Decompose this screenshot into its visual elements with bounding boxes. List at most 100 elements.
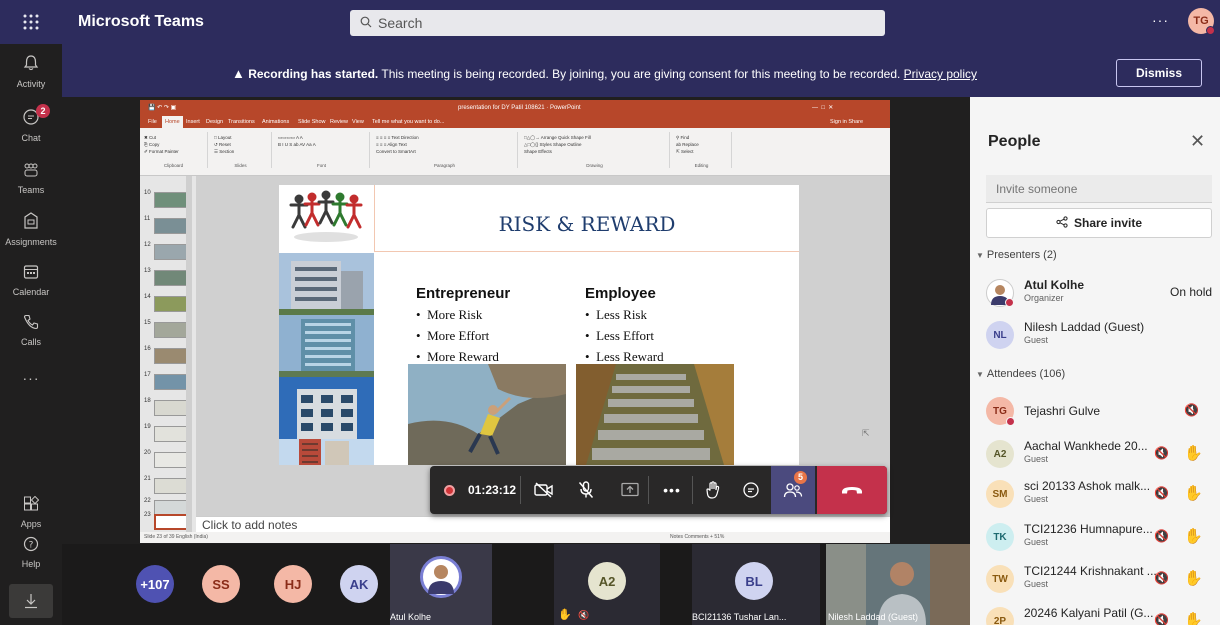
leave-call-button[interactable] <box>817 466 887 514</box>
participant-row[interactable]: TK TCI21236 Humnapure... Guest 🔇 ✋ <box>970 517 1220 557</box>
mic-muted-icon: 🔇 <box>1154 571 1169 585</box>
stairs-photo <box>576 364 734 465</box>
participant-tile-bl[interactable]: BL BCI21136 Tushar Lan... <box>692 544 820 625</box>
call-controls-bar: 01:23:12 ••• 5 <box>430 466 887 514</box>
assignments-icon <box>0 212 62 235</box>
rail-item-help[interactable]: ? Help <box>0 536 62 569</box>
participant-name: Atul Kolhe <box>1024 278 1084 292</box>
ppt-tab[interactable]: Design <box>206 116 223 128</box>
close-icon[interactable]: ✕ <box>1190 131 1205 152</box>
rail-more-icon[interactable]: ··· <box>0 370 62 386</box>
dismiss-button[interactable]: Dismiss <box>1116 59 1202 87</box>
participant-row[interactable]: A2 Aachal Wankhede 20... Guest 🔇 ✋ <box>970 434 1220 474</box>
chat-button[interactable] <box>732 466 770 514</box>
participant-avatar: 2P <box>986 607 1014 625</box>
participant-avatar: NL <box>986 321 1014 349</box>
participant-row[interactable]: Atul Kolhe Organizer On hold <box>970 273 1220 313</box>
hand-raised-icon: ✋ <box>1184 528 1203 545</box>
more-options-icon[interactable]: ··· <box>1152 12 1169 28</box>
ppt-tab[interactable]: Home <box>162 116 183 128</box>
ppt-notes-pane[interactable]: Click to add notes <box>196 516 890 532</box>
participant-name: Aachal Wankhede 20... <box>1024 439 1148 453</box>
people-chain-image <box>279 185 374 251</box>
rock-climber-photo <box>408 364 566 465</box>
mic-muted-icon: 🔇 <box>1154 613 1169 625</box>
user-avatar[interactable]: TG <box>1188 8 1215 35</box>
ppt-tab[interactable]: Transitions <box>228 116 255 128</box>
search-placeholder: Search <box>378 15 423 31</box>
share-content-button[interactable] <box>610 466 650 514</box>
participant-row[interactable]: SM sci 20133 Ashok malk... Guest 🔇 ✋ <box>970 474 1220 514</box>
slide-bullet: • Less Risk <box>585 307 647 322</box>
privacy-policy-link[interactable]: Privacy policy <box>904 67 977 81</box>
invite-someone-input[interactable] <box>986 175 1212 203</box>
ppt-status-right: Notes Comments + 51% <box>670 534 725 540</box>
presenters-section-header[interactable]: ▼ Presenters (2) <box>976 249 1057 261</box>
participant-row[interactable]: TW TCI21244 Krishnakant ... Guest 🔇 ✋ <box>970 559 1220 599</box>
chat-bubble-icon <box>743 482 759 498</box>
thumbnail-scrollbar[interactable] <box>186 176 192 532</box>
more-actions-button[interactable]: ••• <box>652 466 692 514</box>
ppt-ribbon: ✖ Cut ⎘ Copy ✐ Format Painter Clipboard □ … <box>140 128 890 176</box>
ppt-tab[interactable]: View <box>352 116 364 128</box>
slide-bullet: • More Effort <box>416 328 490 343</box>
busy-status-icon <box>1006 417 1015 426</box>
participant-role: Guest <box>1024 537 1049 547</box>
ppt-tab[interactable]: Slide Show <box>298 116 326 128</box>
participant-avatar[interactable]: AK <box>340 565 378 603</box>
camera-off-button[interactable] <box>524 466 564 514</box>
slide-bullet: • Less Reward <box>585 349 664 364</box>
participant-row[interactable]: 2P 20246 Kalyani Patil (G... 🔇 ✋ <box>970 601 1220 625</box>
ppt-tab[interactable]: File <box>148 116 157 128</box>
user-initials: TG <box>1193 15 1209 27</box>
ppt-status-left: Slide 23 of 39 English (India) <box>144 534 208 540</box>
participant-row[interactable]: NL Nilesh Laddad (Guest) Guest <box>970 315 1220 355</box>
rail-item-calls[interactable]: Calls <box>0 314 62 347</box>
participant-avatar[interactable]: HJ <box>274 565 312 603</box>
ppt-status-bar: Slide 23 of 39 English (India) Notes Com… <box>140 532 890 543</box>
participant-tile-nilesh-video[interactable]: Nilesh Laddad (Guest) <box>826 544 970 625</box>
share-screen-icon <box>621 482 639 497</box>
calendar-icon <box>0 264 62 285</box>
rail-item-chat[interactable]: 2 Chat <box>0 104 62 143</box>
participant-row[interactable]: TG Tejashri Gulve 🔇 <box>970 391 1220 431</box>
mic-muted-icon: 🔇 <box>578 610 590 620</box>
participant-gallery-strip: +107 SS HJ AK Atul Kolhe A2 ✋ 🔇 BL BCI21… <box>62 544 970 625</box>
apps-icon <box>0 495 62 517</box>
ppt-tab[interactable]: Review <box>330 116 348 128</box>
svg-text:?: ? <box>29 541 34 551</box>
tile-name: BCI21136 Tushar Lan... <box>692 612 787 622</box>
share-icon <box>1056 215 1068 231</box>
hang-up-icon <box>842 487 862 494</box>
participants-button[interactable]: 5 <box>771 466 815 514</box>
participant-avatar[interactable]: SS <box>202 565 240 603</box>
participant-tile-atul[interactable]: Atul Kolhe <box>390 544 492 625</box>
app-launcher-icon[interactable] <box>0 0 62 44</box>
attendees-section-header[interactable]: ▼ Attendees (106) <box>976 368 1065 380</box>
mute-button[interactable] <box>566 466 606 514</box>
rail-item-assignments[interactable]: Assignments <box>0 212 62 247</box>
overflow-participants-button[interactable]: +107 <box>136 565 174 603</box>
rail-item-activity[interactable]: Activity <box>0 54 62 89</box>
ppt-tell-me[interactable]: Tell me what you want to do... <box>372 116 444 128</box>
slide-image-column <box>279 185 374 465</box>
download-icon[interactable] <box>9 584 53 618</box>
more-icon: ••• <box>663 482 681 498</box>
ppt-tab[interactable]: Animations <box>262 116 289 128</box>
participant-role: Guest <box>1024 579 1049 589</box>
participant-avatar: BL <box>735 562 773 600</box>
participant-name: Tejashri Gulve <box>1024 404 1101 418</box>
chevron-down-icon: ▼ <box>976 370 984 379</box>
search-box[interactable]: Search <box>350 10 885 36</box>
mic-muted-icon: 🔇 <box>1154 446 1169 460</box>
participant-name: TCI21236 Humnapure... <box>1024 522 1153 536</box>
call-timer: 01:23:12 <box>468 483 517 497</box>
rail-item-calendar[interactable]: Calendar <box>0 264 62 297</box>
ppt-tab[interactable]: Insert <box>186 116 200 128</box>
share-invite-button[interactable]: Share invite <box>986 208 1212 238</box>
rail-item-teams[interactable]: Teams <box>0 162 62 195</box>
participant-tile-a2[interactable]: A2 ✋ 🔇 <box>554 544 660 625</box>
ppt-signin-share[interactable]: Sign in Share <box>830 116 863 128</box>
raise-hand-button[interactable] <box>694 466 732 514</box>
rail-item-apps[interactable]: Apps <box>0 495 62 529</box>
